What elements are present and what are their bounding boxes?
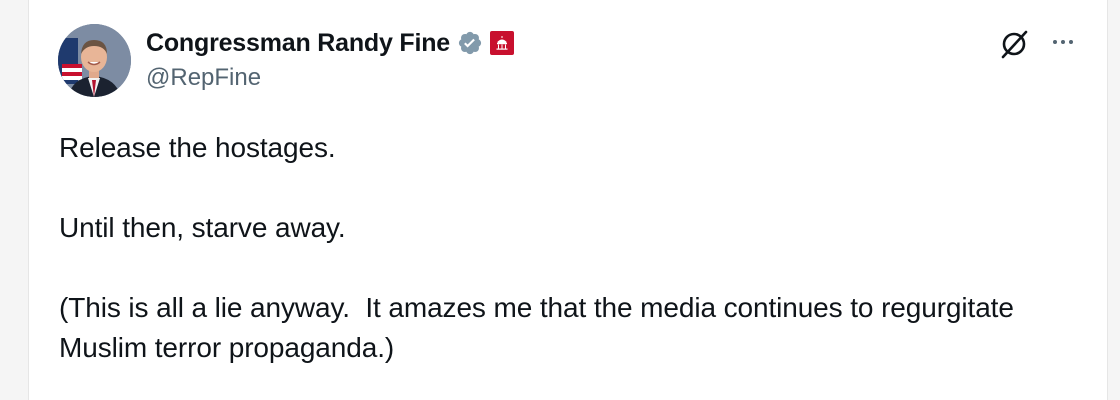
tweet-paragraph: (This is all a lie anyway. It amazes me … [59,292,1022,363]
more-dot [1053,40,1057,44]
tweet-paragraph: Until then, starve away. [59,212,346,243]
tweet-text: Release the hostages. Until then, starve… [59,128,1079,368]
more-options-icon[interactable] [1045,28,1081,56]
more-dot [1069,40,1073,44]
verified-badge-icon[interactable] [457,30,483,56]
tweet-card: Congressman Randy Fine @RepFine Release … [28,0,1108,400]
avatar[interactable] [58,24,131,97]
tweet-paragraph: Release the hostages. [59,132,336,163]
congress-affiliation-icon[interactable] [490,31,514,55]
author-display-name[interactable]: Congressman Randy Fine [146,29,450,58]
grok-icon[interactable] [997,27,1031,61]
author-handle[interactable]: @RepFine [146,64,261,92]
author-name-row: Congressman Randy Fine [146,26,514,60]
more-dot [1061,40,1065,44]
avatar-icon [58,24,131,97]
